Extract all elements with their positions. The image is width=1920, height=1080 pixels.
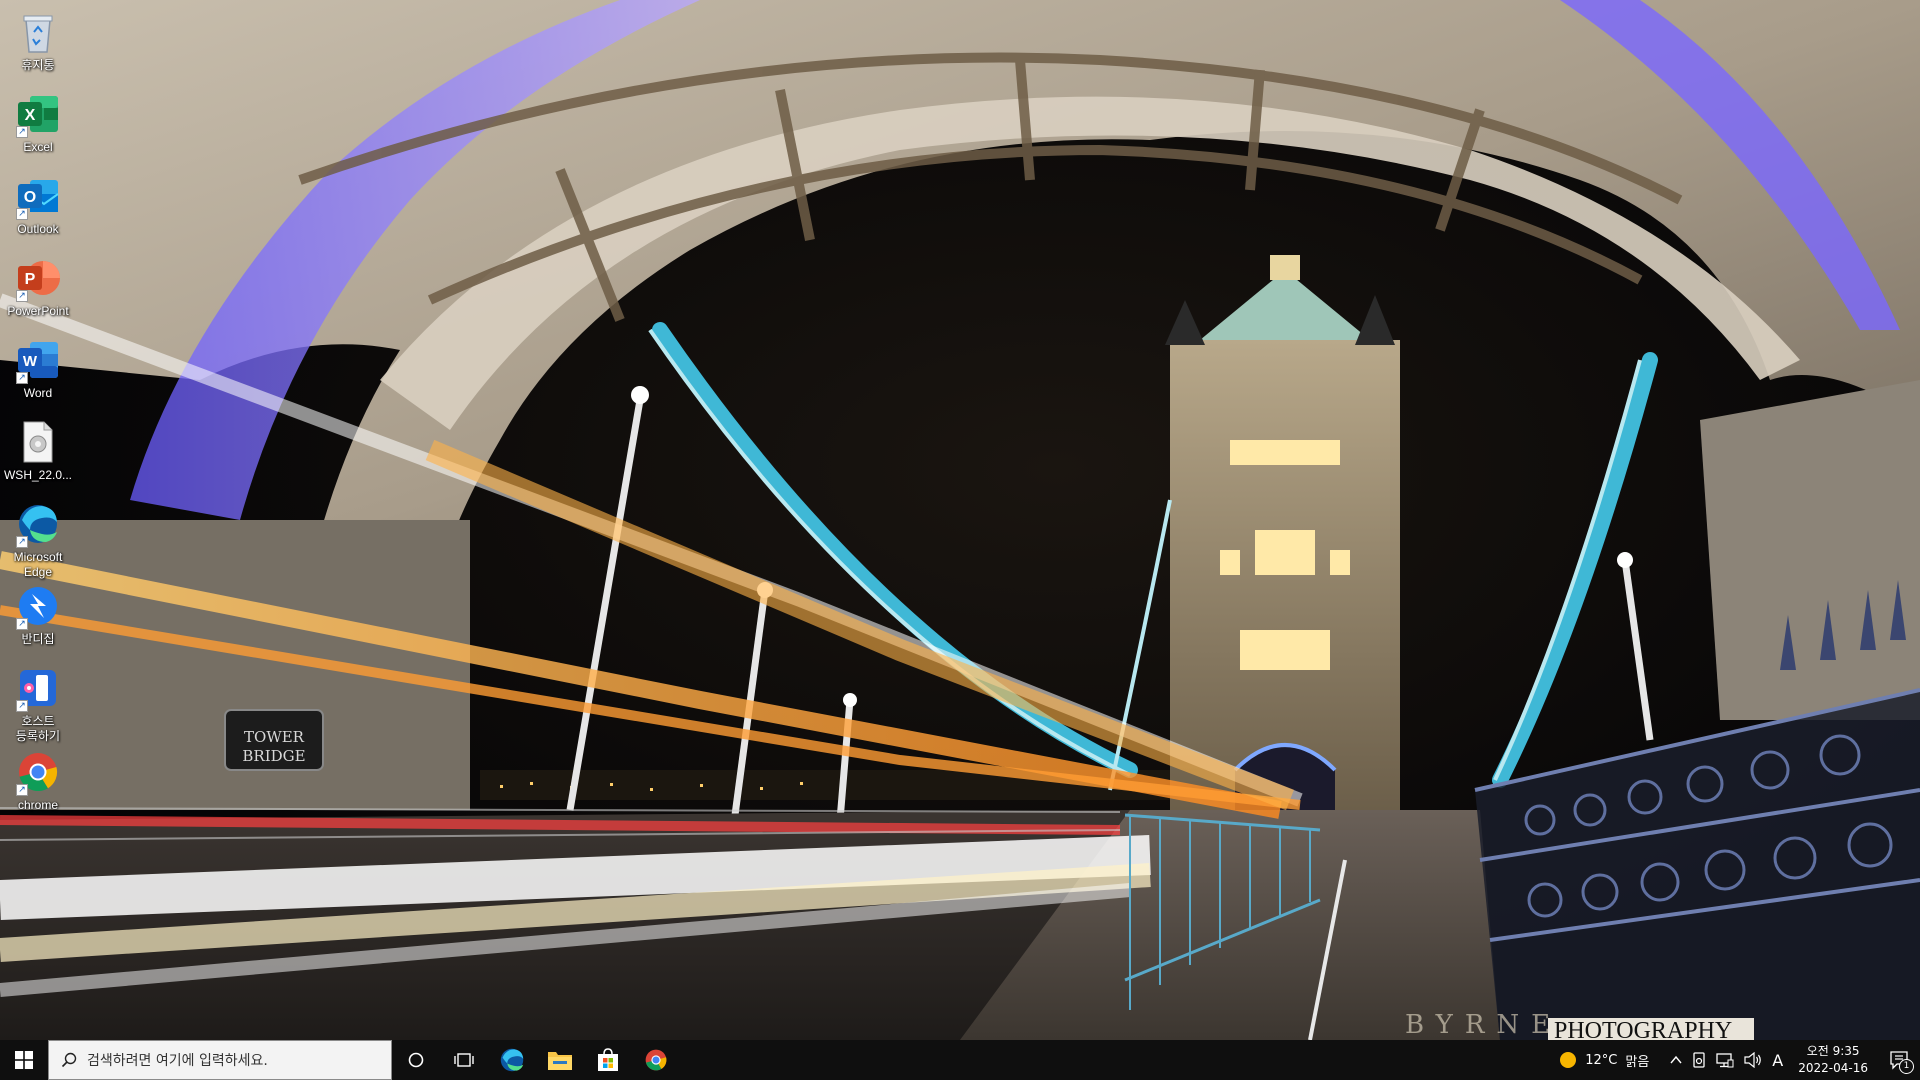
shortcut-arrow-icon: ↗ (16, 126, 28, 138)
desktop[interactable]: TOWER BRIDGE BYRNE PHOTOGRAPHY 휴지통 X ↗ E… (0, 0, 1920, 1080)
taskbar-store[interactable] (584, 1040, 632, 1080)
desktop-icon-label: WSH_22.0... (3, 468, 73, 482)
task-view-button[interactable] (440, 1040, 488, 1080)
shortcut-arrow-icon: ↗ (16, 208, 28, 220)
desktop-icon-label: 반디집 (21, 632, 55, 646)
weather-temperature: 12°C (1585, 1052, 1618, 1068)
recycle-bin-icon (14, 8, 62, 56)
desktop-icon-chrome[interactable]: ↗ chrome (2, 744, 74, 836)
weather-condition: 맑음 (1625, 1054, 1650, 1070)
tray-device-button[interactable] (1692, 1052, 1706, 1068)
clock-time: 오전 9:35 (1806, 1044, 1860, 1058)
taskbar-clock[interactable]: 오전 9:35 2022-04-16 (1798, 1043, 1868, 1077)
desktop-icon-host-register[interactable]: ↗ 호스트 등록하기 (2, 660, 74, 752)
svg-text:W: W (23, 353, 38, 370)
desktop-icon-excel[interactable]: X ↗ Excel (2, 86, 74, 178)
desktop-icon-microsoft-edge[interactable]: ↗ Microsoft Edge (2, 496, 74, 588)
chevron-up-icon (1670, 1055, 1682, 1064)
device-icon (1693, 1052, 1705, 1068)
shortcut-arrow-icon: ↗ (16, 536, 28, 548)
clock-date: 2022-04-16 (1798, 1061, 1868, 1075)
ime-indicator[interactable]: A (1772, 1051, 1783, 1070)
shortcut-arrow-icon: ↗ (16, 372, 28, 384)
notification-count-badge: 1 (1899, 1059, 1914, 1074)
shortcut-arrow-icon: ↗ (16, 290, 28, 302)
file-explorer-icon (548, 1052, 572, 1070)
shortcut-arrow-icon: ↗ (16, 784, 28, 796)
search-placeholder: 검색하려면 여기에 입력하세요. (87, 1053, 268, 1069)
search-icon (61, 1052, 77, 1068)
desktop-icon-recycle-bin[interactable]: 휴지통 (2, 4, 74, 96)
excel-icon: X ↗ (14, 90, 62, 138)
cortana-button[interactable] (392, 1040, 440, 1080)
desktop-icon-wsh-file[interactable]: WSH_22.0... (2, 414, 74, 506)
file-icon (14, 418, 62, 466)
taskbar-edge[interactable] (488, 1040, 536, 1080)
host-register-icon: ↗ (14, 664, 62, 712)
bandizip-icon: ↗ (14, 582, 62, 630)
outlook-icon: O ↗ (14, 172, 62, 220)
shortcut-arrow-icon: ↗ (16, 700, 28, 712)
volume-button[interactable] (1744, 1052, 1762, 1068)
desktop-icon-label: chrome (17, 798, 58, 812)
powerpoint-icon: P ↗ (14, 254, 62, 302)
desktop-icon-label: Microsoft Edge (13, 550, 63, 579)
svg-text:O: O (24, 189, 36, 206)
edge-icon: ↗ (14, 500, 62, 548)
desktop-icon-label: 휴지통 (21, 58, 55, 72)
svg-text:X: X (25, 107, 36, 124)
desktop-icon-label: Word (23, 386, 53, 400)
taskbar-chrome[interactable] (632, 1040, 680, 1080)
chrome-icon (645, 1049, 667, 1071)
task-view-icon (454, 1053, 474, 1067)
edge-icon (500, 1048, 524, 1072)
taskbar-search-box[interactable]: 검색하려면 여기에 입력하세요. (48, 1040, 392, 1080)
start-button[interactable] (0, 1040, 48, 1080)
sign-text-line2: BRIDGE (242, 747, 305, 765)
sign-text-line1: TOWER (244, 728, 305, 746)
svg-text:P: P (25, 271, 36, 288)
windows-logo-icon (15, 1051, 33, 1069)
word-icon: W ↗ (14, 336, 62, 384)
desktop-wallpaper: TOWER BRIDGE BYRNE PHOTOGRAPHY (0, 0, 1920, 1040)
desktop-icon-label: Outlook (17, 222, 59, 236)
desktop-icon-word[interactable]: W ↗ Word (2, 332, 74, 424)
sun-icon (1560, 1052, 1577, 1068)
tower-bridge-sign: TOWER BRIDGE (224, 709, 324, 771)
cortana-circle-icon (408, 1052, 424, 1068)
store-icon (598, 1048, 618, 1071)
watermark-byrne: BYRNE (1405, 1010, 1562, 1040)
desktop-icon-label: PowerPoint (7, 304, 69, 318)
desktop-icon-outlook[interactable]: O ↗ Outlook (2, 168, 74, 260)
taskbar-file-explorer[interactable] (536, 1040, 584, 1080)
desktop-icon-powerpoint[interactable]: P ↗ PowerPoint (2, 250, 74, 342)
chrome-icon: ↗ (14, 748, 62, 796)
action-center-button[interactable]: 1 (1880, 1040, 1920, 1080)
desktop-icon-label: 호스트 등록하기 (15, 714, 61, 743)
watermark-photography: PHOTOGRAPHY (1554, 1018, 1732, 1040)
show-hidden-icons-button[interactable] (1670, 1055, 1682, 1065)
desktop-icon-bandizip[interactable]: ↗ 반디집 (2, 578, 74, 670)
weather-widget[interactable]: 12°C 맑음 (1559, 1051, 1649, 1070)
network-button[interactable] (1716, 1052, 1734, 1068)
system-tray: 12°C 맑음 A 오전 9:35 2022-04-16 1 (1559, 1040, 1920, 1080)
tower-bridge-tower (1165, 255, 1400, 810)
speaker-icon (1744, 1052, 1762, 1068)
desktop-icon-label: Excel (23, 140, 53, 154)
taskbar: 검색하려면 여기에 입력하세요. 12°C 맑음 A 오전 9:35 2022-… (0, 1040, 1920, 1080)
shortcut-arrow-icon: ↗ (16, 618, 28, 630)
network-wired-icon (1716, 1053, 1734, 1068)
